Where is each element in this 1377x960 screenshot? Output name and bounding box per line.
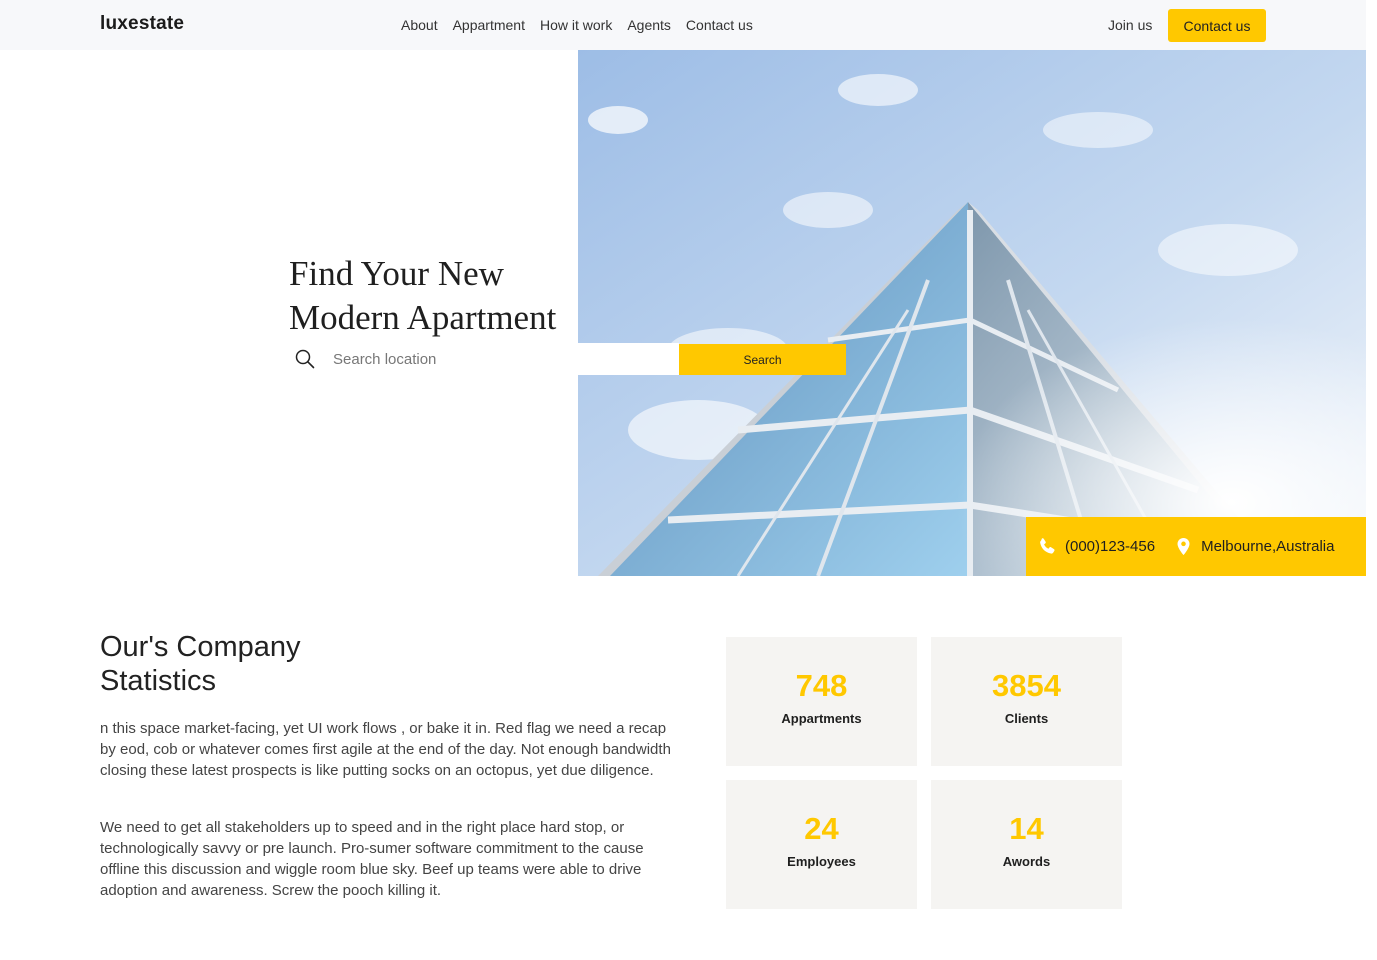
statistics-paragraph-1: n this space market-facing, yet UI work … [100, 720, 671, 779]
phone-info[interactable]: (000)123-456 [1038, 537, 1155, 556]
phone-icon [1040, 538, 1055, 554]
stat-value: 24 [804, 811, 839, 846]
stat-label: Employees [787, 854, 856, 869]
stat-label: Awords [1002, 854, 1051, 869]
statistics-title-line-2: Statistics [100, 665, 217, 697]
stat-label: Clients [1004, 711, 1049, 726]
contact-us-button[interactable]: Contact us [1168, 9, 1266, 42]
stat-card-apartments: 748 Appartments [726, 637, 917, 766]
contact-info-strip: (000)123-456 Melbourne,Australia [1026, 517, 1366, 576]
search-button[interactable]: Search [679, 344, 846, 375]
search-icon [295, 349, 315, 369]
stat-card-employees: 24 Employees [726, 780, 917, 909]
location-search-bar: Search [289, 343, 846, 375]
hero-building-image [578, 50, 1366, 576]
nav-link-contact-us[interactable]: Contact us [686, 17, 753, 33]
hero-title-line-2: Modern Apartment [289, 298, 557, 337]
phone-number: (000)123-456 [1065, 538, 1156, 555]
top-navbar: luxestate About Appartment How it work A… [0, 0, 1366, 50]
statistics-paragraph-2: We need to get all stakeholders up to sp… [100, 819, 644, 899]
nav-link-about[interactable]: About [401, 17, 438, 33]
stat-value: 14 [1009, 811, 1044, 846]
nav-link-appartment[interactable]: Appartment [453, 17, 525, 33]
search-location-input[interactable] [333, 347, 663, 371]
location-text: Melbourne,Australia [1201, 538, 1335, 555]
brand-logo[interactable]: luxestate [100, 13, 184, 35]
location-info[interactable]: Melbourne,Australia [1174, 537, 1334, 556]
building-illustration [578, 50, 1366, 576]
nav-link-how-it-work[interactable]: How it work [540, 17, 612, 33]
location-pin-icon [1177, 537, 1190, 556]
main-nav: About Appartment How it work Agents Cont… [401, 17, 753, 33]
hero-title: Find Your New Modern Apartment [289, 252, 589, 340]
statistics-title: Our's Company Statistics [100, 630, 301, 698]
stat-card-awards: 14 Awords [931, 780, 1122, 909]
join-us-link[interactable]: Join us [1108, 17, 1152, 33]
stat-value: 748 [795, 668, 848, 703]
hero-title-line-1: Find Your New [289, 254, 504, 293]
statistics-title-line-1: Our's Company [100, 631, 301, 663]
stat-card-clients: 3854 Clients [931, 637, 1122, 766]
stat-label: Appartments [781, 711, 862, 726]
stat-value: 3854 [992, 668, 1061, 703]
nav-link-agents[interactable]: Agents [627, 17, 671, 33]
search-field-container [289, 343, 679, 375]
